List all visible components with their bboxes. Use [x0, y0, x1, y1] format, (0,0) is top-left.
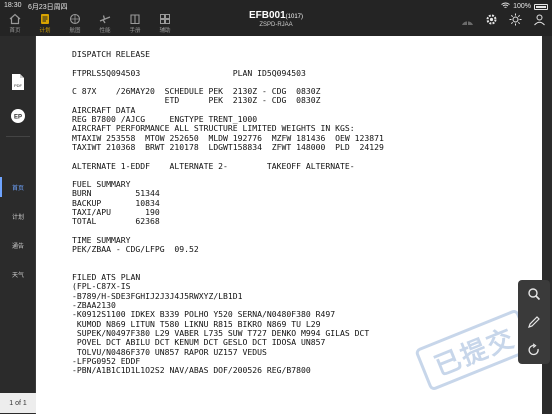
document-line: -B789/H-SDE3FGHIJ2J3J4J5RWXYZ/LB1D1: [72, 290, 243, 301]
document-line: ALTERNATE 1-EDDF ALTERNATE 2- TAKEOFF AL…: [72, 160, 355, 171]
airplane-icon: [99, 14, 111, 23]
rotate-icon: [528, 343, 539, 356]
svg-text:PDF: PDF: [14, 83, 23, 88]
sidebar-tab-home[interactable]: 首页: [0, 175, 36, 199]
sidebar-tab-weather[interactable]: 天气: [0, 262, 36, 286]
ep-icon: EP: [11, 109, 25, 123]
nav-performance-label: 性能: [99, 27, 111, 34]
battery-icon: [534, 3, 548, 10]
stamp-text: 已提交: [429, 321, 520, 382]
flight-id: EFB001(1017): [226, 10, 326, 21]
flight-route: ZSPD-RJAA: [259, 22, 293, 28]
search-button[interactable]: [526, 286, 542, 302]
top-bar: 18:30 6月23日周四 100% 首页 计划 航图 性能 手册 辅助 EFB…: [0, 0, 552, 36]
chart-icon: [69, 13, 81, 24]
signal-icon: [461, 18, 473, 25]
annotate-button[interactable]: [526, 314, 542, 330]
nav-manual[interactable]: 手册: [120, 10, 150, 36]
nav-tools[interactable]: 辅助: [150, 10, 180, 36]
battery-percent: 100%: [513, 3, 531, 10]
document-line: PEK/ZBAA - CDG/LFPG 09.52: [72, 244, 199, 255]
flight-suffix: (1017): [285, 14, 304, 20]
nav-home[interactable]: 首页: [0, 10, 30, 36]
nav-performance[interactable]: 性能: [90, 10, 120, 36]
page-indicator: 1 of 1: [0, 393, 36, 413]
nav-plan[interactable]: 计划: [30, 10, 60, 36]
status-indicators: 100%: [501, 2, 548, 11]
document-line: DISPATCH RELEASE: [72, 49, 150, 59]
sidebar-divider: [6, 136, 30, 137]
nav-home-label: 首页: [9, 27, 21, 34]
main-nav: 首页 计划 航图 性能 手册 辅助: [0, 10, 180, 36]
sidebar-tab-plan[interactable]: 计划: [0, 204, 36, 228]
brightness-icon: [509, 13, 521, 25]
nav-chart[interactable]: 航图: [60, 10, 90, 36]
search-icon: [528, 288, 541, 301]
brightness-button[interactable]: [508, 12, 522, 26]
pdf-button[interactable]: PDF: [8, 72, 28, 92]
document-line: TAXIWT 210368 BRWT 210178 LDGWT158834 ZF…: [72, 141, 384, 152]
gear-icon: [486, 14, 496, 24]
header-actions: [460, 12, 546, 26]
user-icon: [533, 14, 545, 25]
pdf-icon: PDF: [12, 74, 24, 90]
manual-icon: [130, 13, 140, 24]
sidebar-tab-notice[interactable]: 通告: [0, 233, 36, 257]
settings-button[interactable]: [484, 12, 498, 26]
dispatch-release-document[interactable]: DISPATCH RELEASE FTPRLS5Q094503 PLAN ID5…: [36, 36, 542, 414]
rotate-button[interactable]: [526, 342, 542, 358]
flight-title: EFB001(1017) ZSPD-RJAA: [226, 10, 326, 28]
nav-chart-label: 航图: [69, 27, 81, 34]
status-time: 18:30: [4, 2, 22, 9]
document-line: TOTAL 62368: [72, 216, 160, 227]
tool-panel: [518, 280, 550, 364]
left-sidebar: PDF EP 首页 计划 通告 天气 1 of 1: [0, 36, 36, 414]
submitted-stamp: 已提交: [413, 307, 535, 393]
nav-manual-label: 手册: [129, 27, 141, 34]
document-line: FTPRLS5Q094503 PLAN ID5Q094503: [72, 67, 306, 78]
wifi-icon: [501, 2, 510, 11]
signal-button[interactable]: [460, 12, 474, 26]
nav-tools-label: 辅助: [159, 27, 171, 34]
svg-text:EP: EP: [14, 115, 22, 121]
user-button[interactable]: [532, 12, 546, 26]
pen-icon: [528, 316, 540, 328]
document-line: -PBN/A1B1C1D1L1O2S2 NAV/ABAS DOF/200526 …: [72, 365, 311, 376]
document-text: DISPATCH RELEASE FTPRLS5Q094503 PLAN ID5…: [72, 49, 384, 376]
plan-icon: [41, 13, 49, 24]
home-icon: [9, 13, 21, 24]
ep-button[interactable]: EP: [8, 106, 28, 126]
flight-number: EFB001: [248, 10, 286, 21]
nav-plan-label: 计划: [39, 27, 51, 34]
tools-icon: [160, 13, 170, 24]
